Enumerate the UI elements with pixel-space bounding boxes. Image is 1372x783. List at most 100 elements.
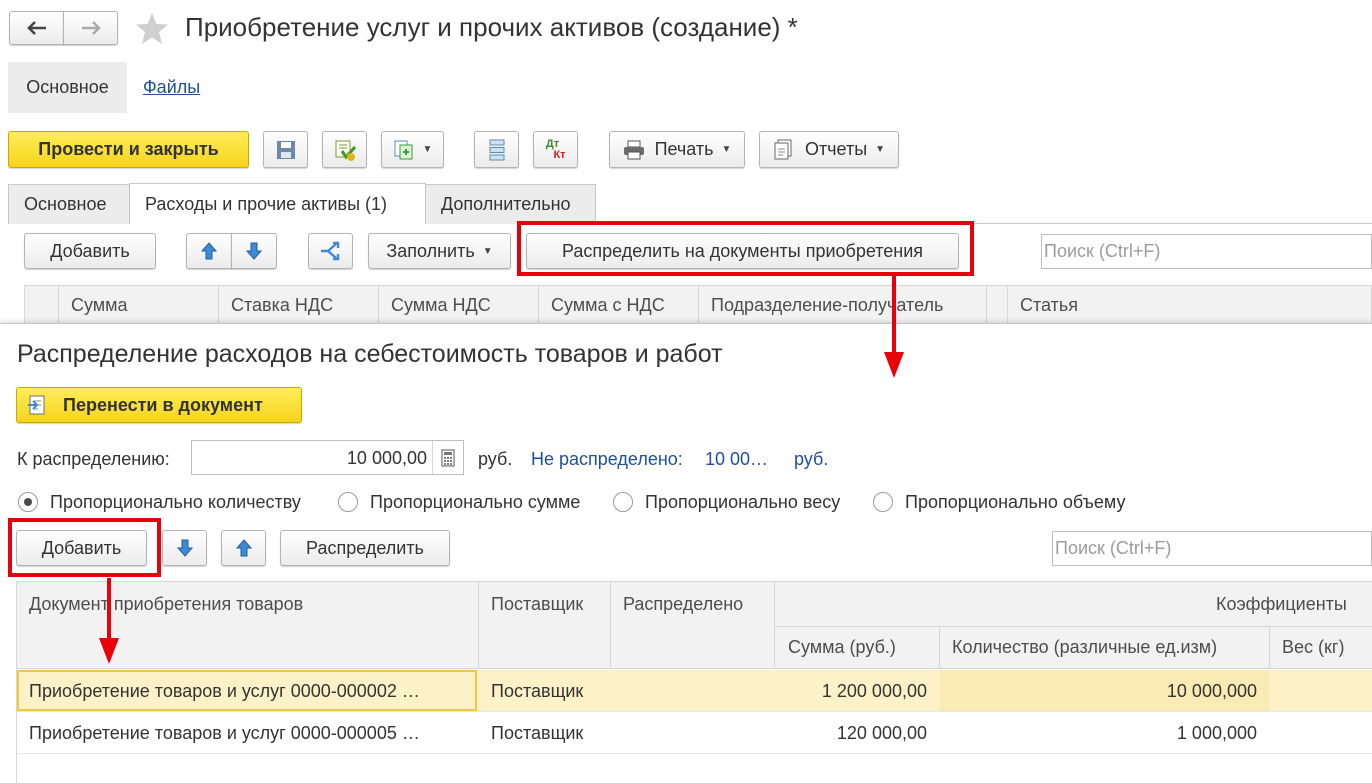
chevron-down-icon: ▼: [721, 144, 732, 155]
reports-icon: [774, 139, 792, 159]
move-down-button[interactable]: [231, 233, 277, 269]
kt-label: Кт: [553, 148, 566, 161]
column-header-distributed[interactable]: Распределено: [623, 594, 743, 615]
dialog-move-up-button[interactable]: [221, 530, 266, 566]
create-based-on-icon: [394, 140, 413, 159]
post-and-close-label: Провести и закрыть: [38, 139, 219, 159]
post-and-close-button[interactable]: Провести и закрыть: [8, 131, 249, 168]
annotation-arrow-down-icon: [99, 578, 119, 664]
column-header-vat-rate[interactable]: Ставка НДС: [231, 295, 333, 316]
distribute-label: Распределить: [306, 537, 424, 558]
tab-expenses-label: Расходы и прочие активы (1): [145, 193, 388, 214]
expenses-search-input[interactable]: Поиск (Ctrl+F): [1041, 234, 1372, 269]
transfer-icon: [28, 395, 45, 415]
arrow-left-icon: [26, 21, 46, 35]
post-document-icon: [335, 140, 356, 161]
arrow-right-icon: [81, 21, 101, 35]
not-distributed-label: Не распределено:: [531, 449, 683, 469]
column-header-coef-weight[interactable]: Вес (кг): [1282, 637, 1344, 658]
column-header-supplier[interactable]: Поставщик: [491, 594, 583, 615]
dialog-move-down-button[interactable]: [162, 530, 207, 566]
chevron-down-icon: ▼: [482, 245, 493, 257]
expenses-add-label: Добавить: [50, 240, 130, 261]
highlight-add-frame: [8, 518, 161, 577]
tab-main-label: Основное: [24, 194, 107, 214]
arrow-down-icon: [176, 539, 193, 557]
transfer-to-document-button[interactable]: Перенести в документ: [16, 387, 302, 423]
expenses-table-divider: [698, 285, 699, 323]
document-structure-button[interactable]: [474, 131, 519, 168]
radio-by-weight-label[interactable]: Пропорционально весу: [645, 492, 840, 513]
floppy-disk-icon: [276, 140, 295, 159]
favorite-star-icon[interactable]: [134, 11, 170, 47]
column-header-coefficients[interactable]: Коэффициенты: [1216, 594, 1347, 615]
tab-expenses[interactable]: Расходы и прочие активы (1): [129, 183, 426, 224]
radio-by-sum-label[interactable]: Пропорционально сумме: [370, 492, 580, 513]
radio-by-volume-label[interactable]: Пропорционально объему: [905, 492, 1125, 513]
expenses-search-placeholder: Поиск (Ctrl+F): [1044, 241, 1161, 261]
back-button[interactable]: [9, 11, 64, 45]
column-header-item[interactable]: Статья: [1020, 295, 1078, 316]
radio-by-quantity-label[interactable]: Пропорционально количеству: [50, 492, 301, 513]
dialog-search-placeholder: Поиск (Ctrl+F): [1055, 538, 1172, 558]
chevron-down-icon: ▼: [875, 144, 886, 155]
post-button[interactable]: [322, 131, 367, 168]
save-button[interactable]: [263, 131, 308, 168]
radio-by-volume[interactable]: [873, 492, 893, 512]
row-document[interactable]: Приобретение товаров и услуг 0000-000002…: [29, 681, 420, 702]
column-header-coef-qty[interactable]: Количество (различные ед.изм): [952, 637, 1217, 658]
calculator-button[interactable]: [432, 441, 463, 474]
annotation-arrow-down-icon: [884, 274, 904, 378]
row-qty[interactable]: 10 000,000: [940, 681, 1257, 702]
reports-button[interactable]: Отчеты ▼: [759, 131, 899, 168]
not-distributed-currency: руб.: [794, 449, 829, 469]
column-header-document[interactable]: Документ приобретения товаров: [29, 594, 303, 615]
split-button[interactable]: [308, 233, 353, 269]
reports-label: Отчеты: [804, 139, 868, 159]
column-header-coef-sum[interactable]: Сумма (руб.): [788, 637, 896, 658]
nav-tab-main-label: Основное: [26, 77, 109, 97]
tab-main[interactable]: Основное: [8, 184, 130, 224]
column-header-sum[interactable]: Сумма: [71, 295, 128, 316]
transfer-to-document-label: Перенести в документ: [63, 394, 263, 415]
row-supplier[interactable]: Поставщик: [491, 681, 583, 702]
expenses-table-divider: [58, 285, 59, 323]
row-supplier[interactable]: Поставщик: [491, 723, 583, 744]
distribute-button[interactable]: Распределить: [280, 530, 450, 566]
row-sum[interactable]: 120 000,00: [775, 723, 927, 744]
docs-table-divider: [1269, 627, 1270, 669]
docs-table-divider: [610, 582, 611, 669]
window-title: Приобретение услуг и прочих активов (соз…: [185, 12, 798, 42]
column-header-sum-with-vat[interactable]: Сумма с НДС: [551, 295, 665, 316]
move-up-button[interactable]: [186, 233, 232, 269]
column-header-department[interactable]: Подразделение-получатель: [711, 295, 943, 316]
column-header-vat-sum[interactable]: Сумма НДС: [391, 295, 491, 316]
create-based-on-button[interactable]: ▼: [381, 131, 444, 168]
expenses-add-button[interactable]: Добавить: [24, 233, 156, 269]
row-sum[interactable]: 1 200 000,00: [775, 681, 927, 702]
radio-by-weight[interactable]: [613, 492, 633, 512]
dialog-search-input[interactable]: Поиск (Ctrl+F): [1052, 531, 1372, 566]
row-qty[interactable]: 1 000,000: [940, 723, 1257, 744]
to-distribute-field[interactable]: 10 000,00: [191, 440, 464, 475]
dialog-title: Распределение расходов на себестоимость …: [17, 340, 723, 368]
dt-kt-button[interactable]: Дт Кт: [533, 131, 578, 168]
chevron-down-icon: ▼: [422, 144, 433, 155]
print-label: Печать: [654, 139, 714, 159]
printer-icon: [623, 140, 644, 159]
docs-table-divider: [939, 627, 940, 669]
nav-tab-main[interactable]: Основное: [8, 62, 127, 113]
highlight-distribute-frame: [517, 221, 974, 276]
to-distribute-label: К распределению:: [17, 449, 170, 469]
dt-label: Дт: [545, 137, 560, 150]
radio-by-sum[interactable]: [338, 492, 358, 512]
row-document[interactable]: Приобретение товаров и услуг 0000-000005…: [29, 723, 420, 744]
tab-additional[interactable]: Дополнительно: [425, 184, 596, 224]
forward-button[interactable]: [63, 11, 118, 45]
split-icon: [320, 241, 339, 261]
radio-by-quantity[interactable]: [18, 492, 38, 512]
expenses-table-divider: [538, 285, 539, 323]
fill-button[interactable]: Заполнить ▼: [368, 233, 511, 269]
print-button[interactable]: Печать ▼: [609, 131, 745, 168]
nav-tab-files[interactable]: Файлы: [143, 77, 200, 98]
